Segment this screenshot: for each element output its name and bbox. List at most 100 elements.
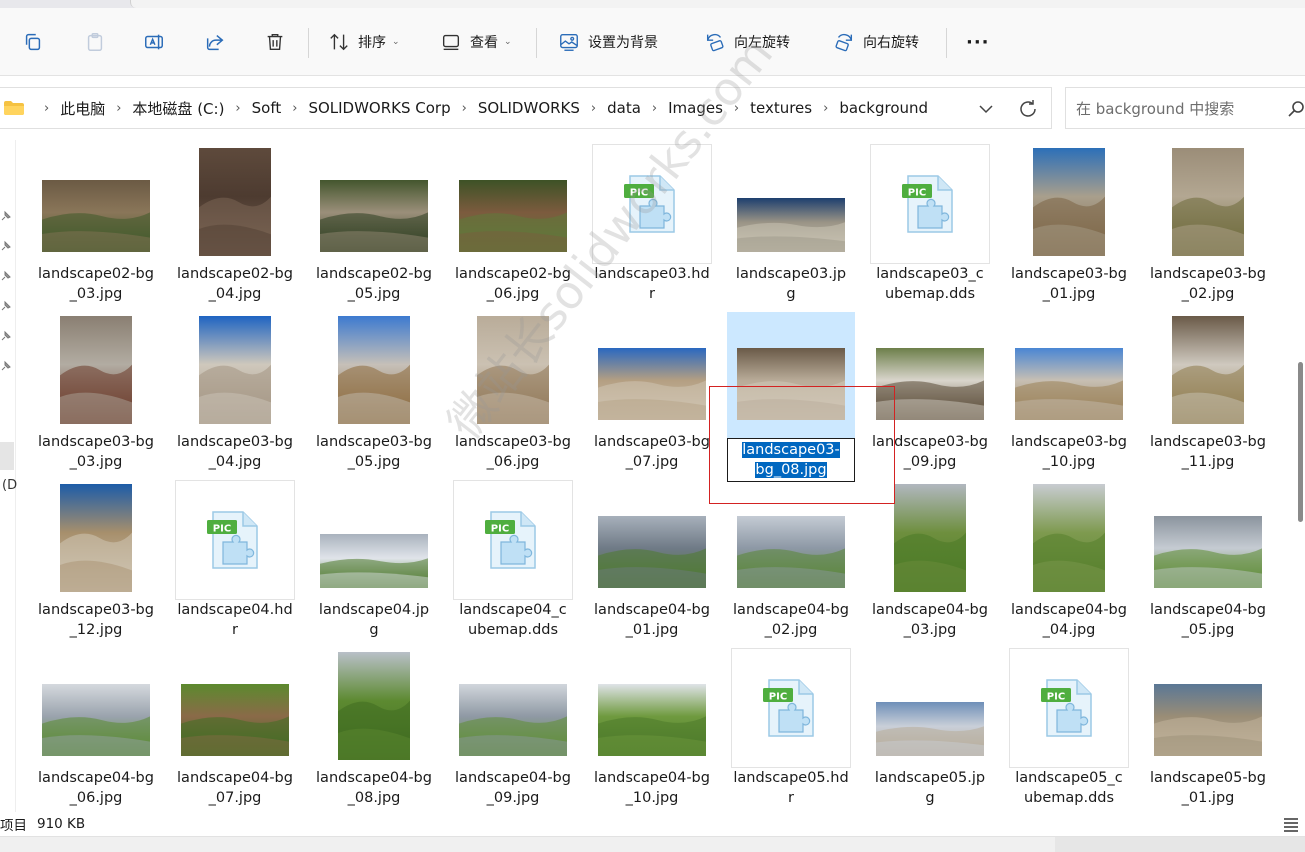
breadcrumb-separator[interactable]: › [644,101,665,116]
file-item[interactable]: landscape02-bg_06.jpg [449,144,577,308]
file-item[interactable]: landscape04-bg_10.jpg [588,648,716,812]
file-item[interactable]: landscape04-bg_01.jpg [588,480,716,644]
file-name: landscape03-bg_07.jpg [588,432,716,472]
taskbar-strip [0,836,1305,852]
breadcrumb-separator[interactable]: › [815,101,836,116]
pin-icon [1,270,11,281]
file-name-text: landscape02-bg_03.jpg [38,266,154,302]
set-background-button[interactable]: 设置为背景 [558,24,658,60]
file-name-text: landscape03-bg_04.jpg [177,434,293,470]
file-item[interactable]: landscape03-bg_09.jpg [866,312,994,476]
breadcrumb-separator[interactable]: › [454,101,475,116]
breadcrumb-item[interactable]: SOLIDWORKS Corp [305,99,453,117]
details-view-icon[interactable] [1281,814,1301,834]
file-item[interactable]: landscape02-bg_03.jpg [32,144,160,308]
file-item[interactable]: landscape03-bg_08.jpg [727,312,855,482]
search-box[interactable]: 在 background 中搜索 [1065,87,1305,129]
file-item[interactable]: landscape04-bg_04.jpg [1005,480,1133,644]
image-thumbnail [598,684,706,756]
file-item[interactable]: landscape03-bg_10.jpg [1005,312,1133,476]
file-item[interactable]: landscape04-bg_03.jpg [866,480,994,644]
file-item[interactable]: landscape03-bg_02.jpg [1144,144,1272,308]
image-thumbnail [42,684,150,756]
file-item[interactable]: landscape03-bg_03.jpg [32,312,160,476]
breadcrumb-item[interactable]: textures [747,99,815,117]
search-input[interactable]: 在 background 中搜索 [1076,98,1234,119]
rotate-right-label: 向右旋转 [863,35,919,51]
breadcrumb-separator[interactable]: › [726,101,747,116]
breadcrumb-separator[interactable]: › [583,101,604,116]
file-item[interactable]: landscape03-bg_12.jpg [32,480,160,644]
file-item[interactable]: PIC landscape04.hdr [171,480,299,644]
file-item[interactable]: landscape03-bg_05.jpg [310,312,438,476]
sort-button[interactable]: 排序 ⌄ [328,24,400,60]
file-item[interactable]: landscape04-bg_06.jpg [32,648,160,812]
chevron-down-icon: ⌄ [504,37,512,47]
file-item[interactable]: PIC landscape03_cubemap.dds [866,144,994,308]
file-name: landscape02-bg_04.jpg [171,264,299,304]
breadcrumb-item[interactable]: data [604,99,644,117]
image-thumbnail [1172,316,1244,424]
breadcrumb-item[interactable]: Soft [249,99,285,117]
file-name-text: landscape04-bg_07.jpg [177,770,293,806]
file-item[interactable]: PIC landscape05.hdr [727,648,855,812]
file-item[interactable]: landscape03.jpg [727,144,855,308]
file-item[interactable]: PIC landscape04_cubemap.dds [449,480,577,644]
breadcrumb-separator[interactable]: › [284,101,305,116]
breadcrumb-item[interactable]: SOLIDWORKS [475,99,583,117]
thumbnail-frame [36,312,156,432]
rename-button[interactable] [143,24,165,60]
rotate-left-button[interactable]: 向左旋转 [704,24,790,60]
rotate-left-icon [706,33,724,52]
more-options-button[interactable]: ··· [966,24,990,60]
vertical-scrollbar[interactable] [1294,140,1305,812]
file-item[interactable]: landscape05-bg_01.jpg [1144,648,1272,812]
thumbnail-frame [314,648,434,768]
scrollbar-thumb[interactable] [1298,362,1303,522]
rename-field[interactable]: landscape03-bg_08.jpg [727,438,855,482]
breadcrumb-item[interactable]: 本地磁盘 (C:) [129,98,227,119]
file-item[interactable]: landscape03-bg_04.jpg [171,312,299,476]
file-item[interactable]: landscape04-bg_08.jpg [310,648,438,812]
share-button[interactable] [204,24,226,60]
breadcrumb-separator[interactable]: › [227,101,248,116]
status-bar: 项目 910 KB [0,812,1305,836]
file-item[interactable]: landscape04.jpg [310,480,438,644]
file-item[interactable]: landscape04-bg_05.jpg [1144,480,1272,644]
refresh-icon[interactable] [1017,98,1039,120]
file-name-text: landscape03-bg_10.jpg [1011,434,1127,470]
chevron-down-icon[interactable] [975,98,997,120]
file-item[interactable]: landscape03-bg_11.jpg [1144,312,1272,476]
address-bar[interactable]: › 此电脑 › 本地磁盘 (C:) › Soft › SOLIDWORKS Corp › SOLI… [0,87,1052,129]
nav-drive-label[interactable]: (D [2,478,17,493]
file-item[interactable]: landscape04-bg_07.jpg [171,648,299,812]
view-button[interactable]: 查看 ⌄ [440,24,512,60]
file-item[interactable]: PIC landscape03.hdr [588,144,716,308]
image-thumbnail [1154,516,1262,588]
image-thumbnail [876,348,984,420]
file-item[interactable]: landscape02-bg_04.jpg [171,144,299,308]
thumbnail-frame [314,144,434,264]
nav-selected-item[interactable] [0,442,14,470]
breadcrumb-separator[interactable]: › [36,101,57,116]
file-item[interactable]: landscape03-bg_07.jpg [588,312,716,476]
file-item[interactable]: PIC landscape05_cubemap.dds [1005,648,1133,812]
pin-icon [1,210,11,221]
file-item[interactable]: landscape02-bg_05.jpg [310,144,438,308]
file-item[interactable]: landscape04-bg_02.jpg [727,480,855,644]
file-item[interactable]: landscape03-bg_01.jpg [1005,144,1133,308]
file-item[interactable]: landscape04-bg_09.jpg [449,648,577,812]
file-item[interactable]: landscape03-bg_06.jpg [449,312,577,476]
breadcrumb-item[interactable]: 此电脑 [57,98,108,119]
delete-button[interactable] [264,24,286,60]
rotate-right-button[interactable]: 向右旋转 [833,24,919,60]
breadcrumb-item[interactable]: Images [665,99,726,117]
copy-button[interactable] [22,24,44,60]
paste-button[interactable] [84,24,106,60]
breadcrumb-item[interactable]: background [836,99,931,117]
file-item[interactable]: landscape05.jpg [866,648,994,812]
svg-text:PIC: PIC [1047,692,1065,703]
image-thumbnail [894,484,966,592]
thumbnail-frame: PIC [175,480,295,600]
breadcrumb-separator[interactable]: › [108,101,129,116]
